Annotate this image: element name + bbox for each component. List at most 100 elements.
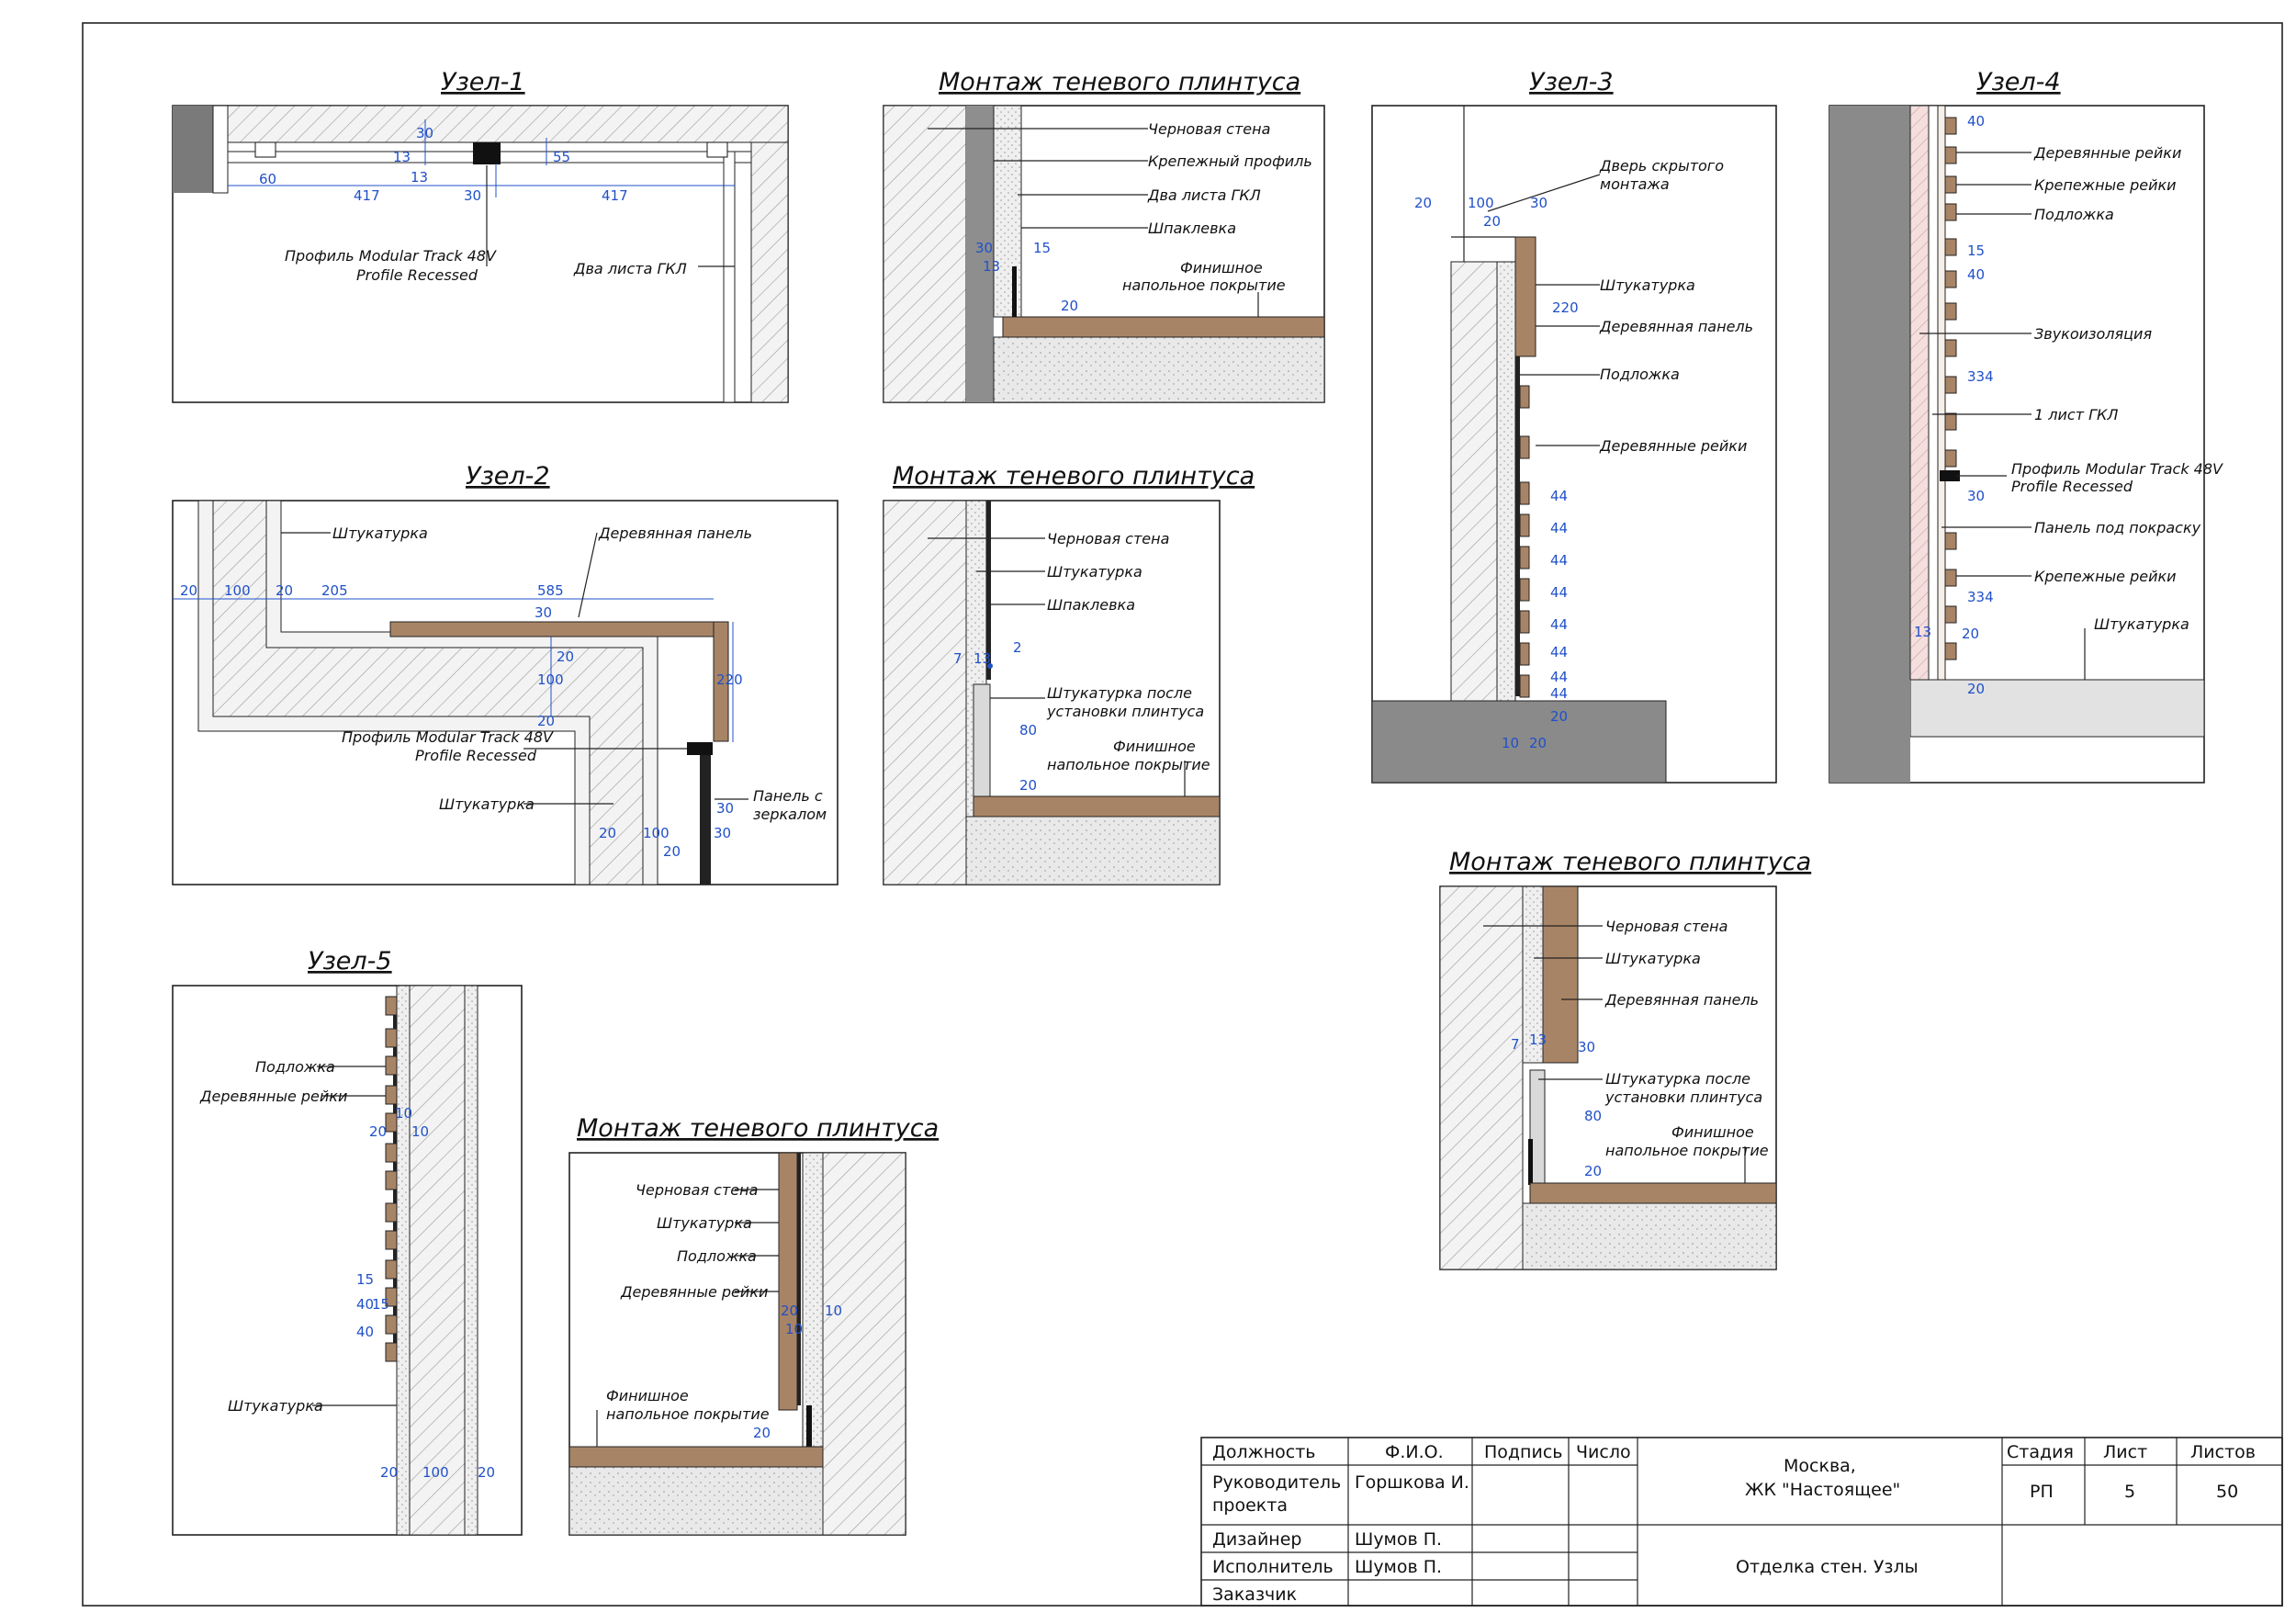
svg-text:20: 20 — [1061, 298, 1078, 314]
svg-text:Должность: Должность — [1212, 1442, 1316, 1462]
label: Profile Recessed — [356, 266, 478, 284]
svg-text:Деревянные рейки: Деревянные рейки — [199, 1088, 347, 1105]
svg-text:13: 13 — [1529, 1032, 1547, 1048]
wood-slat — [1519, 481, 1530, 505]
wood-slat — [385, 1259, 398, 1280]
wood-slat — [1944, 175, 1957, 194]
detail-title: Монтаж теневого плинтуса — [939, 68, 1300, 96]
wood-slat — [1519, 435, 1530, 459]
wood-slat — [385, 1202, 398, 1223]
svg-text:Финишное: Финишное — [1671, 1123, 1754, 1141]
svg-text:15: 15 — [1033, 240, 1051, 256]
wood-slat — [1944, 376, 1957, 394]
svg-text:проекта: проекта — [1212, 1495, 1288, 1516]
detail-plinth-c: Монтаж теневого плинтуса 7 13 30 80 20 Ч… — [1439, 848, 1811, 1270]
wood-slat — [385, 996, 398, 1016]
svg-text:30: 30 — [535, 604, 552, 621]
svg-text:Панель с: Панель с — [753, 787, 823, 805]
svg-text:15: 15 — [372, 1296, 389, 1313]
svg-text:20: 20 — [599, 825, 616, 841]
svg-text:20: 20 — [369, 1123, 387, 1140]
svg-text:10: 10 — [785, 1321, 803, 1337]
track-profile — [687, 742, 713, 755]
svg-text:220: 220 — [1552, 299, 1579, 316]
profile-left — [254, 141, 276, 158]
label: Профиль Modular Track 48V — [285, 247, 497, 265]
svg-text:44: 44 — [1550, 520, 1568, 536]
svg-text:Руководитель: Руководитель — [1212, 1472, 1341, 1493]
svg-text:Шумов П.: Шумов П. — [1355, 1529, 1442, 1550]
svg-text:монтажа: монтажа — [1600, 175, 1670, 193]
wood-slat — [1519, 642, 1530, 666]
svg-text:13: 13 — [393, 149, 411, 165]
backing — [797, 1153, 801, 1405]
svg-text:44: 44 — [1550, 644, 1568, 660]
svg-text:Деревянная панель: Деревянная панель — [1599, 318, 1753, 335]
svg-text:30: 30 — [1578, 1039, 1595, 1055]
svg-text:Звукоизоляция: Звукоизоляция — [2034, 325, 2152, 343]
wood-slat — [778, 1152, 798, 1411]
shadow-profile — [806, 1405, 812, 1447]
svg-text:20: 20 — [537, 713, 555, 729]
svg-text:20: 20 — [753, 1425, 771, 1441]
svg-text:1 лист ГКЛ: 1 лист ГКЛ — [2034, 406, 2118, 423]
svg-text:Штукатурка: Штукатурка — [1047, 563, 1142, 581]
detail-uzel-4: Узел-4 40 15 40 334 30 334 13 20 20 Дере… — [1829, 68, 2223, 784]
wood-slat — [385, 1342, 398, 1362]
right-wall — [750, 141, 789, 403]
svg-text:10: 10 — [395, 1105, 412, 1122]
floor-finish — [1529, 1182, 1777, 1204]
svg-text:Заказчик: Заказчик — [1212, 1585, 1297, 1605]
svg-text:Исполнитель: Исполнитель — [1212, 1557, 1334, 1577]
floor-slab — [1909, 679, 2205, 738]
svg-text:100: 100 — [1468, 195, 1494, 211]
svg-text:Шпаклевка: Шпаклевка — [1148, 220, 1236, 237]
svg-text:30: 30 — [464, 187, 481, 204]
svg-text:10: 10 — [411, 1123, 429, 1140]
detail-title: Узел-1 — [441, 68, 525, 96]
svg-text:Отделка стен. Узлы: Отделка стен. Узлы — [1736, 1557, 1919, 1577]
svg-text:Деревянные рейки: Деревянные рейки — [620, 1283, 768, 1301]
svg-text:напольное покрытие: напольное покрытие — [1047, 756, 1210, 773]
wood-slat — [1519, 546, 1530, 570]
floor-base — [1522, 1202, 1777, 1270]
svg-text:44: 44 — [1550, 669, 1568, 685]
wood-slat — [1944, 302, 1957, 321]
svg-text:20: 20 — [1550, 708, 1568, 725]
plaster-right — [464, 985, 478, 1536]
svg-text:Черновая стена: Черновая стена — [636, 1181, 758, 1199]
detail-title: Узел-4 — [1976, 68, 2061, 96]
wood-slat — [1944, 238, 1957, 256]
svg-text:Штукатурка: Штукатурка — [657, 1214, 752, 1232]
svg-text:7: 7 — [1511, 1036, 1520, 1053]
svg-text:60: 60 — [259, 171, 276, 187]
svg-text:Крепежный профиль: Крепежный профиль — [1148, 152, 1312, 170]
svg-text:100: 100 — [643, 825, 670, 841]
floor-base — [568, 1466, 824, 1536]
svg-text:220: 220 — [716, 671, 743, 688]
plaster-after — [973, 683, 991, 797]
floor-base — [965, 816, 1221, 885]
wood-slat — [1944, 203, 1957, 221]
wood-panel-top — [389, 621, 715, 637]
svg-text:Панель под покраску: Панель под покраску — [2034, 519, 2201, 536]
detail-uzel-3: Узел-3 20 100 30 20 220 44 44 44 44 44 4… — [1371, 68, 1777, 784]
svg-text:10: 10 — [825, 1303, 842, 1319]
rough-wall — [1439, 885, 1524, 1270]
svg-text:Горшкова И.: Горшкова И. — [1355, 1472, 1469, 1493]
wood-slat — [1944, 532, 1957, 550]
floor-base — [993, 336, 1325, 403]
left-column — [173, 106, 213, 193]
detail-title: Монтаж теневого плинтуса — [577, 1114, 939, 1143]
svg-text:30: 30 — [716, 800, 734, 817]
svg-text:Подложка: Подложка — [2034, 206, 2114, 223]
svg-text:Черновая стена: Черновая стена — [1605, 918, 1728, 935]
svg-text:10: 10 — [1502, 735, 1519, 751]
detail-title: Монтаж теневого плинтуса — [893, 462, 1255, 491]
svg-text:Profile Recessed: Profile Recessed — [2011, 478, 2133, 495]
svg-text:Деревянные рейки: Деревянные рейки — [2033, 144, 2181, 162]
svg-text:55: 55 — [553, 149, 570, 165]
svg-text:5: 5 — [2124, 1482, 2135, 1502]
svg-text:Крепежные рейки: Крепежные рейки — [2034, 176, 2177, 194]
track-profile — [473, 142, 501, 164]
